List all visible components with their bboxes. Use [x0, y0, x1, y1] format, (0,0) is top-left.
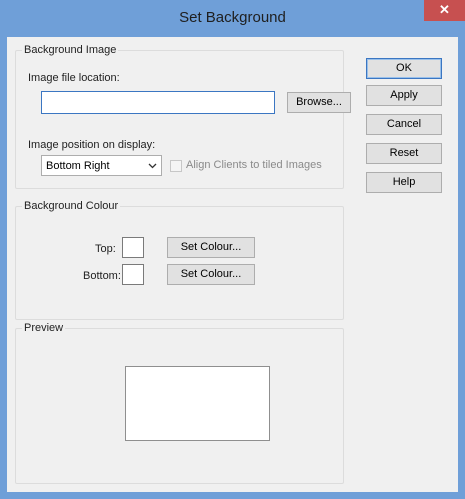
- help-button[interactable]: Help: [366, 172, 442, 193]
- browse-button[interactable]: Browse...: [287, 92, 351, 113]
- set-top-colour-label: Set Colour...: [180, 241, 242, 253]
- title-bar[interactable]: Set Background ✕: [0, 0, 465, 37]
- bottom-colour-label: Bottom:: [83, 270, 121, 282]
- apply-button[interactable]: Apply: [366, 85, 442, 106]
- help-button-label: Help: [392, 176, 416, 188]
- browse-button-label: Browse...: [296, 96, 342, 108]
- ok-button-label: OK: [396, 62, 412, 74]
- set-top-colour-button[interactable]: Set Colour...: [167, 237, 255, 258]
- top-colour-label: Top:: [95, 243, 116, 255]
- close-button[interactable]: ✕: [424, 0, 465, 21]
- bottom-colour-swatch: [122, 264, 144, 285]
- background-colour-group: Background Colour Top: Set Colour... Bot…: [15, 200, 344, 320]
- align-clients-label: Align Clients to tiled Images: [186, 159, 322, 171]
- close-icon: ✕: [439, 2, 450, 17]
- preview-area: [125, 366, 270, 441]
- align-clients-checkbox[interactable]: [170, 160, 182, 172]
- apply-button-label: Apply: [390, 89, 418, 101]
- chevron-down-icon: [148, 163, 157, 169]
- top-colour-swatch: [122, 237, 144, 258]
- dialog-client-area: Background Image Image file location: Br…: [7, 37, 458, 492]
- preview-group-label: Preview: [22, 322, 66, 334]
- image-file-location-label: Image file location:: [28, 72, 120, 84]
- reset-button-label: Reset: [389, 147, 419, 159]
- image-position-value: Bottom Right: [46, 160, 110, 172]
- preview-group: Preview: [15, 322, 344, 484]
- set-bottom-colour-label: Set Colour...: [180, 268, 242, 280]
- image-position-label: Image position on display:: [28, 139, 156, 151]
- cancel-button[interactable]: Cancel: [366, 114, 442, 135]
- image-file-location-input[interactable]: [41, 91, 275, 114]
- background-image-group: Background Image Image file location: Br…: [15, 44, 351, 189]
- reset-button[interactable]: Reset: [366, 143, 442, 164]
- cancel-button-label: Cancel: [386, 118, 422, 130]
- background-colour-group-label: Background Colour: [22, 200, 121, 212]
- background-image-group-label: Background Image: [22, 44, 119, 56]
- dialog-window: Set Background ✕ Background Image Image …: [0, 0, 465, 499]
- dialog-title: Set Background: [179, 9, 286, 26]
- set-bottom-colour-button[interactable]: Set Colour...: [167, 264, 255, 285]
- ok-button[interactable]: OK: [366, 58, 442, 79]
- image-position-select[interactable]: Bottom Right: [41, 155, 162, 176]
